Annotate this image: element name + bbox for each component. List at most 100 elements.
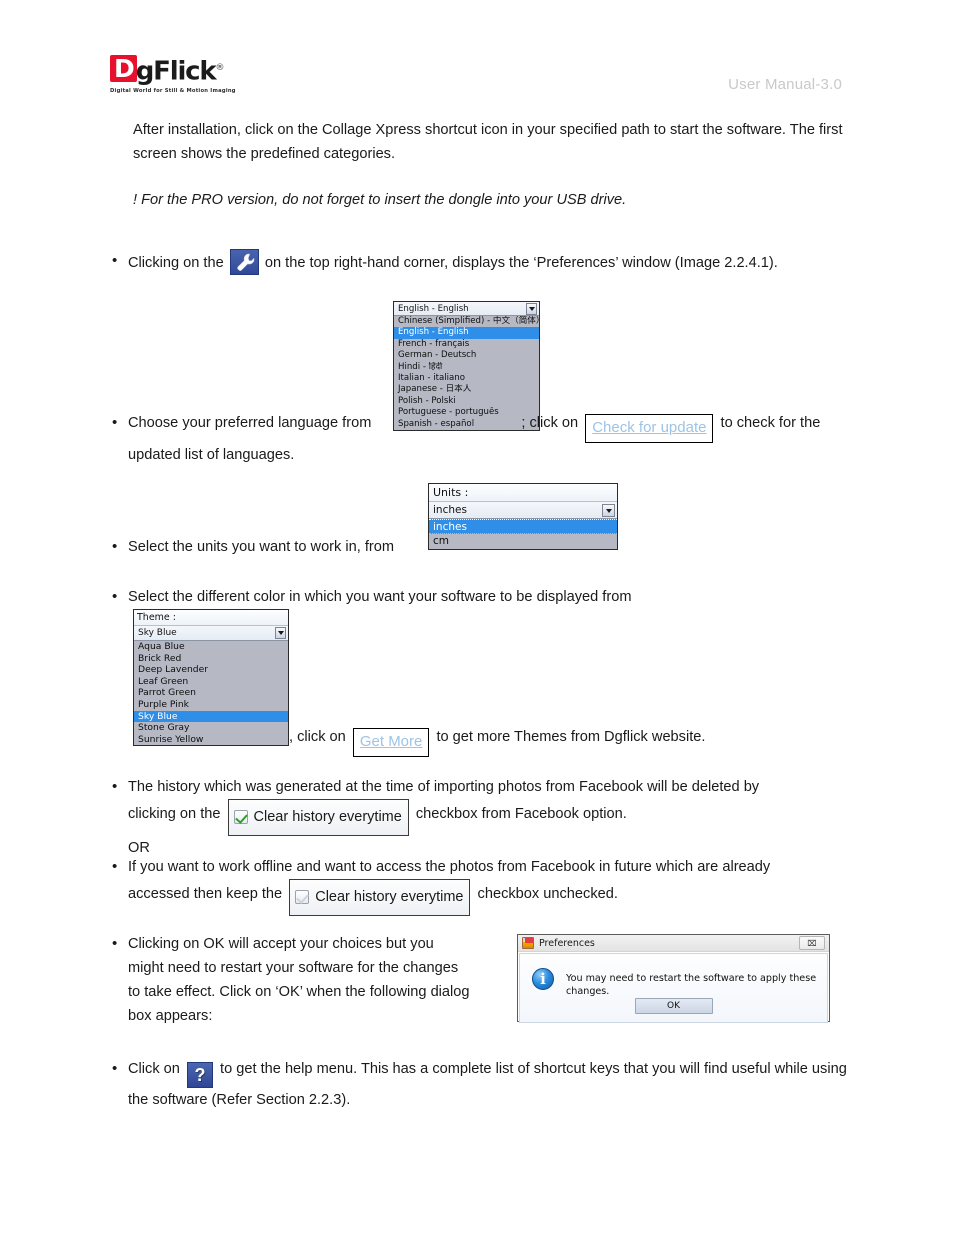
bullet-ok-dialog-text: Clicking on OK will accept your choices … — [128, 936, 470, 1024]
bullet-history-checked-text: The history which was generated at the t… — [128, 775, 852, 860]
language-dropdown-field[interactable]: English - English — [394, 302, 539, 316]
logo-tagline: Digital World for Still & Motion Imaging — [110, 88, 236, 94]
language-option[interactable]: Japanese - 日本人 — [394, 384, 539, 395]
theme-selected-value: Sky Blue — [138, 628, 177, 638]
bullet-units: • Select the units you want to work in, … — [112, 535, 852, 559]
bullet-ok-dialog: • Clicking on OK will accept your choice… — [112, 932, 472, 1028]
page-header: DgFlick® Digital World for Still & Motio… — [0, 0, 954, 112]
chevron-down-icon[interactable] — [275, 627, 286, 639]
dialog-title: Preferences — [539, 937, 595, 949]
language-option[interactable]: Chinese (Simplified) - 中文（简体） — [394, 316, 539, 327]
bullet-preferences-before: Clicking on the — [128, 255, 224, 271]
clear-history-unchecked-label: Clear history everytime — [315, 889, 464, 905]
theme-option[interactable]: Brick Red — [134, 653, 288, 665]
close-icon[interactable]: ⌧ — [799, 936, 825, 950]
application-icon — [522, 937, 534, 949]
dgflick-logo: DgFlick® Digital World for Still & Motio… — [110, 55, 236, 103]
get-more-before: , click on — [289, 729, 346, 745]
theme-dropdown-field[interactable]: Sky Blue — [134, 626, 288, 641]
bullet-marker: • — [112, 252, 118, 269]
units-selected-value: inches — [433, 504, 467, 516]
dialog-body: i You may need to restart the software t… — [519, 953, 828, 1023]
units-dropdown-field[interactable]: inches — [429, 502, 617, 519]
language-option[interactable]: French - français — [394, 339, 539, 350]
bullet-units-text: Select the units you want to work in, fr… — [128, 539, 395, 555]
bullet-language-text: Choose your preferred language from ; cli… — [128, 411, 852, 467]
bullet-theme-text: Select the different color in which you … — [128, 589, 632, 605]
checkbox-checked-icon[interactable] — [233, 810, 248, 824]
clear-history-checkbox-checked[interactable]: Clear history everytime — [227, 799, 409, 836]
units-option-selected[interactable]: inches — [429, 519, 617, 534]
theme-option[interactable]: Aqua Blue — [134, 641, 288, 653]
chevron-down-icon[interactable] — [602, 504, 615, 517]
get-more-after: to get more Themes from Dgflick website. — [436, 729, 706, 745]
history-unchecked-line-b-before: accessed then keep the — [128, 886, 283, 902]
wrench-icon[interactable] — [229, 249, 259, 275]
history-checked-line-b-before: clicking on the — [128, 806, 221, 822]
check-for-update-button[interactable]: Check for update — [585, 414, 714, 443]
user-manual-label: User Manual-3.0 — [728, 76, 842, 93]
bullet-language: • Choose your preferred language from ; c… — [112, 411, 852, 467]
clear-history-checked-label: Clear history everytime — [253, 809, 402, 825]
check-for-update-label: Check for update — [592, 419, 707, 436]
bullet-preferences-after: on the top right-hand corner, displays t… — [264, 255, 778, 271]
theme-option-selected[interactable]: Sky Blue — [134, 710, 288, 723]
theme-option[interactable]: Leaf Green — [134, 676, 288, 688]
language-option[interactable]: Italian - italiano — [394, 373, 539, 384]
clear-history-checkbox-unchecked[interactable]: Clear history everytime — [289, 879, 471, 916]
history-checked-line-b-after: checkbox from Facebook option. — [415, 806, 627, 822]
theme-dropdown[interactable]: Theme : Sky Blue Aqua Blue Brick Red Dee… — [133, 609, 289, 747]
theme-option[interactable]: Stone Gray — [134, 722, 288, 734]
bullet-help: • Click on ? to get the help menu. This … — [112, 1057, 852, 1112]
history-checked-line-a: The history which was generated at the t… — [128, 779, 760, 795]
history-or-label: OR — [128, 840, 150, 856]
language-option[interactable]: German - Deutsch — [394, 350, 539, 361]
bullet-history-checked: • The history which was generated at the… — [112, 775, 852, 860]
intro-paragraph: After installation, click on the Collage… — [133, 122, 843, 162]
units-header-label: Units : — [429, 484, 617, 502]
get-more-line: , click on Get More to get more Themes f… — [289, 725, 849, 757]
logo-letter-d: D — [110, 55, 137, 82]
bullet-history-unchecked-text: If you want to work offline and want to … — [128, 855, 852, 916]
bullet-help-after: to get the help menu. This has a complet… — [128, 1061, 847, 1108]
preferences-dialog: Preferences ⌧ i You may need to restart … — [517, 934, 830, 1023]
pro-version-note: ! For the PRO version, do not forget to … — [133, 192, 627, 208]
theme-option[interactable]: Deep Lavender — [134, 664, 288, 676]
theme-option[interactable]: Sunrise Yellow — [134, 734, 288, 746]
theme-option[interactable]: Purple Pink — [134, 699, 288, 711]
bullet-preferences-text: Clicking on the on the top right-hand co… — [128, 249, 852, 275]
dialog-ok-button[interactable]: OK — [634, 998, 713, 1014]
info-icon: i — [532, 968, 554, 990]
history-unchecked-line-a: If you want to work offline and want to … — [128, 859, 771, 875]
bullet-marker: • — [112, 935, 118, 952]
bullet-history-unchecked: • If you want to work offline and want t… — [112, 855, 852, 916]
get-more-label: Get More — [359, 733, 423, 750]
bullet-marker: • — [112, 588, 118, 605]
language-selected-value: English - English — [398, 303, 469, 314]
logo-mark: DgFlick® — [110, 55, 225, 87]
language-option-selected[interactable]: English - English — [394, 327, 539, 339]
get-more-button[interactable]: Get More — [352, 728, 430, 757]
registered-mark-icon: ® — [215, 63, 224, 73]
bullet-theme: • Select the different color in which yo… — [112, 585, 852, 609]
chevron-down-icon[interactable] — [526, 303, 537, 315]
logo-wordmark-text: gFlick — [135, 56, 217, 87]
bullet-marker: • — [112, 1060, 118, 1077]
bullet-help-before: Click on — [128, 1061, 180, 1077]
checkbox-unchecked-icon[interactable] — [295, 890, 310, 904]
dialog-titlebar: Preferences ⌧ — [518, 935, 829, 952]
logo-wordmark: gFlick® — [135, 55, 225, 87]
bullet-help-text: Click on ? to get the help menu. This ha… — [128, 1057, 852, 1112]
help-icon[interactable]: ? — [186, 1062, 213, 1088]
bullet-marker: • — [112, 858, 118, 875]
bullet-marker: • — [112, 538, 118, 555]
bullet-language-mid: ; click on — [521, 415, 579, 431]
language-option[interactable]: Hindi - हिंदी — [394, 362, 539, 373]
bullet-preferences: • Clicking on the on the top right-hand … — [112, 249, 852, 275]
language-option[interactable]: Polish - Polski — [394, 396, 539, 407]
theme-option[interactable]: Parrot Green — [134, 687, 288, 699]
bullet-marker: • — [112, 414, 118, 431]
bullet-marker: • — [112, 778, 118, 795]
bullet-language-before: Choose your preferred language from — [128, 415, 372, 431]
dialog-message: You may need to restart the software to … — [566, 973, 817, 997]
